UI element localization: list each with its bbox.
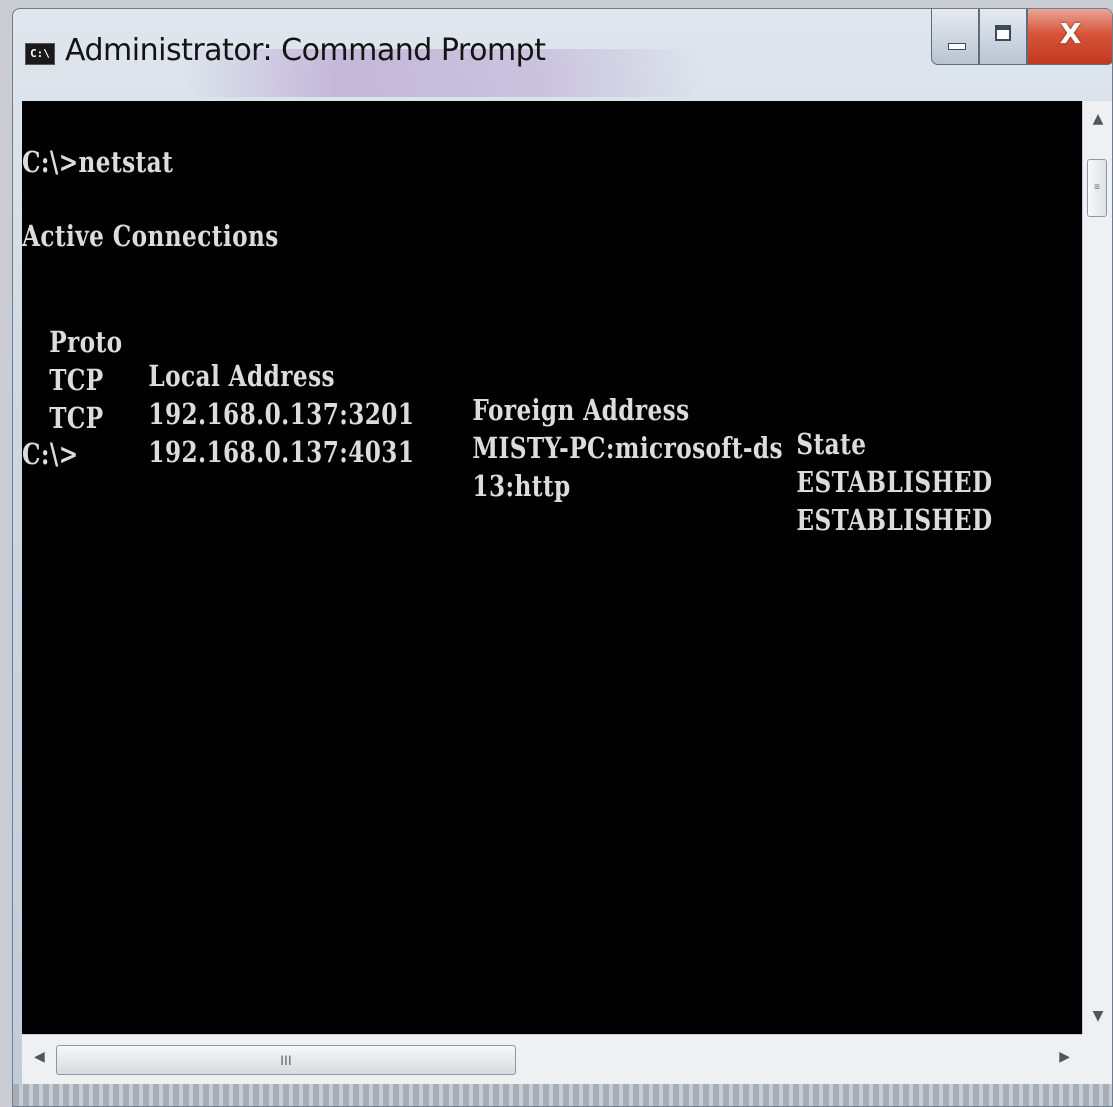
command-prompt-icon[interactable]: C:\ [25,43,55,65]
window-title: Administrator: Command Prompt [65,33,546,68]
minimize-icon [948,43,966,50]
row-proto: TCP [49,401,104,435]
close-icon: X [1059,17,1082,50]
arrow-left-icon[interactable]: ◀ [34,1049,45,1065]
section-heading: Active Connections [22,219,279,253]
arrow-up-icon[interactable]: ▲ [1083,111,1112,127]
minimize-button[interactable] [931,9,979,65]
row-foreign-address: 13:http [472,469,571,503]
scrollbar-corner [1082,1034,1112,1084]
horizontal-scrollbar[interactable]: ◀ III ▶ [22,1034,1082,1084]
close-button[interactable]: X [1027,9,1112,65]
console-output[interactable]: C:\>netstat Active Connections Proto Loc… [22,101,1082,1034]
command-line: C:\>netstat [22,145,174,179]
maximize-icon [995,25,1011,41]
maximize-button[interactable] [979,9,1027,65]
arrow-down-icon[interactable]: ▼ [1083,1008,1112,1024]
command-prompt-line: C:\> [22,437,79,471]
title-bar[interactable]: C:\ Administrator: Command Prompt X [13,9,1112,101]
command-prompt-window: C:\ Administrator: Command Prompt X C:\>… [12,8,1113,1107]
row-local-address: 192.168.0.137:4031 [148,435,415,469]
horizontal-scroll-thumb[interactable]: III [56,1045,516,1075]
window-bottom-border [13,1084,1112,1106]
vertical-scrollbar[interactable]: ▲ ≡ ▼ [1082,101,1112,1034]
table-row: TCP 192.168.0.137:4031 13:http ESTABLISH… [22,367,1062,571]
vertical-scroll-thumb[interactable]: ≡ [1087,159,1107,217]
arrow-right-icon[interactable]: ▶ [1059,1049,1070,1065]
row-state: ESTABLISHED [796,503,993,537]
